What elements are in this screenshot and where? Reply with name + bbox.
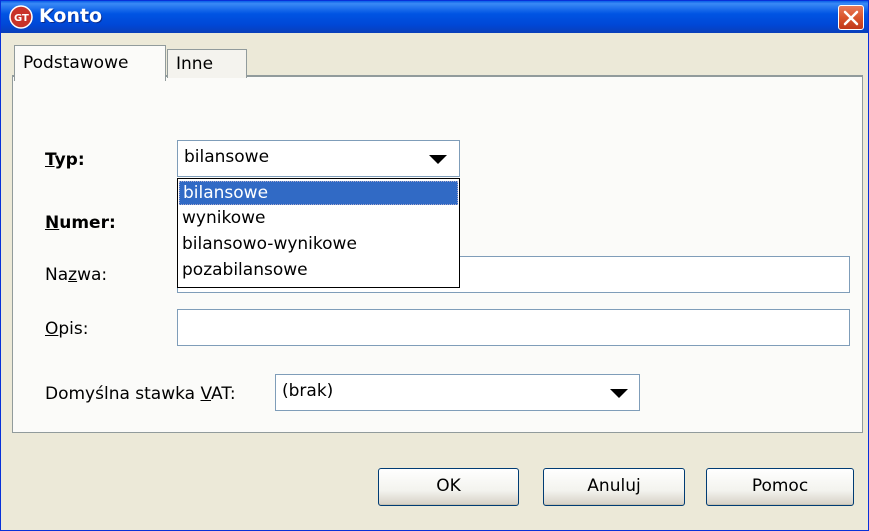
title-bar[interactable]: GT Konto: [1, 1, 868, 33]
vat-label: Domyślna stawka VAT:: [45, 384, 236, 404]
typ-option-pozabilansowe[interactable]: pozabilansowe: [179, 259, 458, 283]
ok-button[interactable]: OK: [378, 468, 519, 506]
tab-podstawowe[interactable]: Podstawowe: [14, 45, 166, 81]
typ-select-value: bilansowe: [184, 147, 270, 167]
tab-label: Podstawowe: [23, 53, 129, 73]
typ-dropdown-list: bilansowe wynikowe bilansowo-wynikowe po…: [177, 178, 460, 288]
gt-app-icon: GT: [9, 5, 33, 29]
nazwa-label: Nazwa:: [45, 265, 108, 285]
typ-select[interactable]: bilansowe: [177, 140, 460, 177]
chevron-down-icon[interactable]: [610, 389, 628, 398]
typ-label: Typ:: [45, 150, 85, 170]
window-title: Konto: [39, 5, 103, 27]
vat-select[interactable]: (brak): [275, 374, 640, 411]
konto-dialog: GT Konto Podstawowe Inne Typ: bilansowe …: [0, 0, 869, 531]
cancel-button[interactable]: Anuluj: [543, 468, 685, 506]
opis-label: Opis:: [45, 319, 89, 339]
opis-field[interactable]: [177, 309, 850, 346]
numer-label: Numer:: [45, 213, 116, 233]
tab-inne[interactable]: Inne: [167, 49, 247, 78]
typ-option-bilansowe[interactable]: bilansowe: [179, 181, 458, 205]
tab-label: Inne: [176, 54, 214, 74]
svg-text:GT: GT: [14, 13, 29, 24]
help-button[interactable]: Pomoc: [706, 468, 854, 506]
close-icon: [843, 10, 859, 26]
typ-option-bilansowo-wynikowe[interactable]: bilansowo-wynikowe: [179, 233, 458, 257]
chevron-down-icon[interactable]: [429, 155, 447, 164]
close-button[interactable]: [838, 5, 864, 30]
typ-option-wynikowe[interactable]: wynikowe: [179, 207, 458, 231]
vat-select-value: (brak): [282, 381, 334, 401]
